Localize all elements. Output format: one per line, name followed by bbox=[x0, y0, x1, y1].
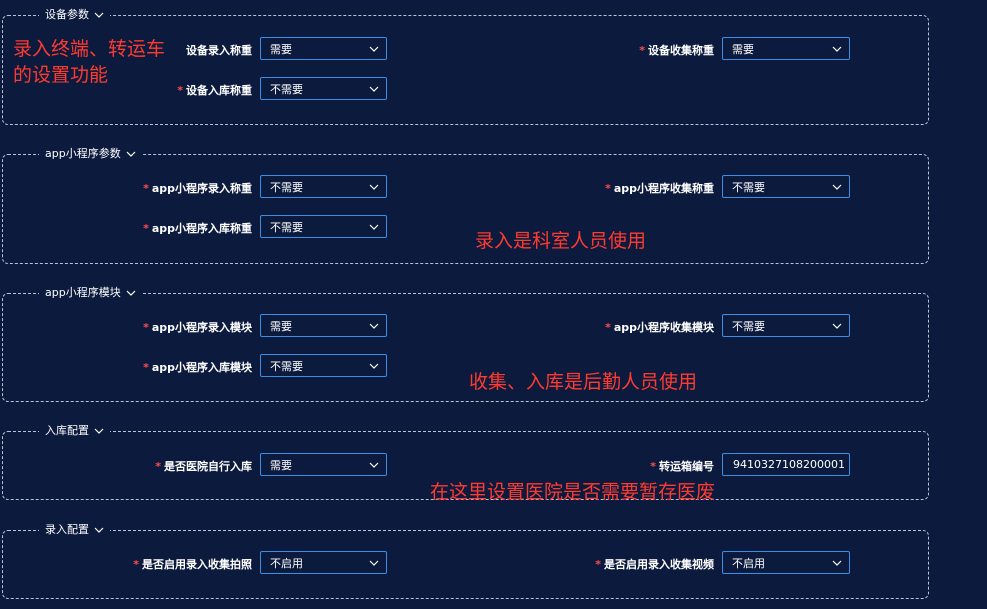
chevron-down-icon bbox=[832, 184, 842, 190]
select-photo[interactable]: 不启用 bbox=[260, 551, 387, 574]
field-label-device-storage-weigh: * 设备入库称重 bbox=[177, 84, 252, 97]
section-header-app-modules[interactable]: app小程序模块 bbox=[39, 285, 142, 301]
chevron-down-icon bbox=[369, 560, 379, 566]
section-header-device[interactable]: 设备参数 bbox=[39, 7, 110, 23]
section-title: app小程序模块 bbox=[45, 286, 121, 299]
field-label-app-input-weigh: * app小程序录入称重 bbox=[143, 182, 252, 195]
section-title: app小程序参数 bbox=[45, 147, 121, 160]
select-device-input-weigh[interactable]: 需要 bbox=[260, 37, 387, 60]
chevron-down-icon bbox=[94, 428, 104, 434]
field-label-app-storage-module: * app小程序入库模块 bbox=[143, 361, 252, 374]
field-label-photo: * 是否启用录入收集拍照 bbox=[133, 558, 252, 571]
section-header-storage-config[interactable]: 入库配置 bbox=[39, 423, 110, 439]
chevron-down-icon bbox=[369, 224, 379, 230]
annotation-temp-storage: 在这里设置医院是否需要暂存医废 bbox=[430, 481, 716, 503]
select-app-input-module[interactable]: 需要 bbox=[260, 314, 387, 337]
chevron-down-icon bbox=[369, 86, 379, 92]
chevron-down-icon bbox=[369, 323, 379, 329]
chevron-down-icon bbox=[369, 363, 379, 369]
section-header-input-config[interactable]: 录入配置 bbox=[39, 522, 110, 538]
select-video[interactable]: 不启用 bbox=[722, 551, 850, 574]
section-title: 设备参数 bbox=[45, 8, 89, 21]
chevron-down-icon bbox=[369, 184, 379, 190]
section-title: 录入配置 bbox=[45, 523, 89, 536]
chevron-down-icon bbox=[832, 46, 842, 52]
field-label-app-collect-module: * app小程序收集模块 bbox=[605, 321, 714, 334]
select-app-storage-weigh[interactable]: 不需要 bbox=[260, 215, 387, 238]
select-device-storage-weigh[interactable]: 不需要 bbox=[260, 77, 387, 100]
field-label-device-input-weigh: 设备录入称重 bbox=[186, 44, 252, 57]
chevron-down-icon bbox=[832, 560, 842, 566]
chevron-down-icon bbox=[369, 46, 379, 52]
annotation-dept-staff: 录入是科室人员使用 bbox=[475, 230, 647, 252]
chevron-down-icon bbox=[126, 151, 136, 157]
field-label-app-storage-weigh: * app小程序入库称重 bbox=[143, 222, 252, 235]
chevron-down-icon bbox=[832, 323, 842, 329]
select-self-storage[interactable]: 需要 bbox=[260, 453, 387, 476]
select-app-collect-module[interactable]: 不需要 bbox=[722, 314, 850, 337]
annotation-logistics-staff: 收集、入库是后勤人员使用 bbox=[469, 371, 698, 393]
select-app-input-weigh[interactable]: 不需要 bbox=[260, 175, 387, 198]
section-title: 入库配置 bbox=[45, 424, 89, 437]
section-header-app-params[interactable]: app小程序参数 bbox=[39, 146, 142, 162]
section-app-params: app小程序参数 bbox=[2, 146, 929, 264]
field-label-device-collect-weigh: * 设备收集称重 bbox=[639, 44, 714, 57]
chevron-down-icon bbox=[126, 290, 136, 296]
field-label-app-collect-weigh: * app小程序收集称重 bbox=[605, 182, 714, 195]
select-app-collect-weigh[interactable]: 不需要 bbox=[722, 175, 850, 198]
chevron-down-icon bbox=[94, 527, 104, 533]
select-device-collect-weigh[interactable]: 需要 bbox=[722, 37, 850, 60]
select-app-storage-module[interactable]: 不需要 bbox=[260, 354, 387, 377]
box-number-input[interactable]: 9410327108200001 bbox=[722, 453, 850, 476]
chevron-down-icon bbox=[369, 462, 379, 468]
field-label-app-input-module: * app小程序录入模块 bbox=[143, 321, 252, 334]
field-label-box-number: * 转运箱编号 bbox=[650, 460, 714, 473]
annotation-terminal: 录入终端、转运车 的设置功能 bbox=[13, 38, 166, 86]
chevron-down-icon bbox=[94, 12, 104, 18]
field-label-video: * 是否启用录入收集视频 bbox=[595, 558, 714, 571]
section-app-modules: app小程序模块 bbox=[2, 285, 929, 402]
field-label-self-storage: * 是否医院自行入库 bbox=[155, 460, 252, 473]
